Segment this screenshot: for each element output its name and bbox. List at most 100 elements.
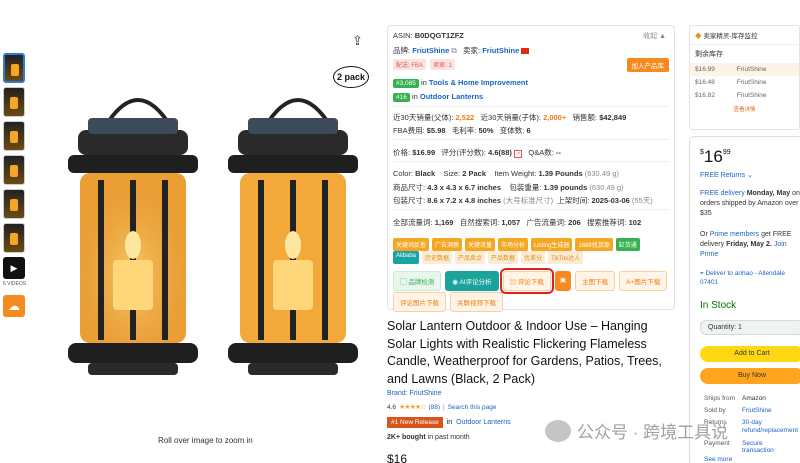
chip-listing-generator[interactable]: Listing生成器 (531, 238, 573, 251)
sales-parent-label: 近30天销量(父体): (393, 113, 454, 122)
add-product-button[interactable]: 加入产品库 (626, 58, 669, 72)
chip-pros-cons[interactable]: 优差分 (521, 251, 546, 264)
ai-review-button[interactable]: ◉ AI评论分析 (445, 271, 499, 291)
thumbnail-4[interactable] (3, 155, 25, 185)
chip-selling-points[interactable]: 产品卖点 (455, 251, 486, 264)
review-image-download-button[interactable]: 评论图片下载 (393, 292, 446, 312)
buy-box: $1699 FREE Returns ⌄ FREE delivery Monda… (689, 136, 800, 463)
rank-row-1: #3,085 in Tools & Home Improvement (393, 78, 528, 88)
action-buttons-row-2: 评论图片下载 关联视频下载 (393, 292, 503, 312)
thumbnail-1[interactable] (3, 53, 25, 83)
asin-row: ASIN: B0DQGT1ZFZ (393, 31, 464, 40)
collapse-button[interactable]: 收起 ▲ (643, 31, 666, 41)
tool-chips-row-1: 关键词反查 广告洞察 关键流量 市场分析 Listing生成器 1688找货源 … (393, 238, 640, 251)
search-page-link[interactable]: Search this page (448, 404, 497, 411)
thumbnail-6[interactable] (3, 223, 25, 253)
delivery-info: FREE delivery Monday, May on orders ship… (700, 189, 800, 219)
revenue-value: $42,849 (599, 113, 627, 122)
brand-link[interactable]: FriutShine (412, 46, 449, 55)
new-release-category-link[interactable]: Outdoor Lanterns (456, 419, 510, 426)
search-all-value: 1,169 (434, 218, 454, 227)
related-video-download-button[interactable]: 关联视频下载 (450, 292, 503, 312)
sold-by-link[interactable]: FriutShine (742, 407, 772, 414)
asin-value[interactable]: B0DQGT1ZFZ (415, 31, 464, 40)
divider (393, 209, 669, 210)
thumbnail-3[interactable] (3, 121, 25, 151)
share-icon[interactable]: ⇪ (352, 33, 363, 49)
pkg-dims-note: (大号标准尺寸) (503, 196, 554, 205)
image-icon-button[interactable]: ▣ (554, 271, 572, 291)
inventory-monitor-panel: ◆ 卖家精灵-库存监控 剩余库存 $16.99 FriutShine $16.4… (689, 25, 800, 130)
star-rating-icon[interactable]: ★★★★☆ (399, 403, 426, 411)
deliver-to-link[interactable]: ⌖ Deliver to anhao - Allendale 07401 (700, 269, 800, 287)
prime-date: Friday, May 2. (726, 241, 772, 248)
buy-now-button[interactable]: Buy Now (700, 368, 800, 384)
brand-check-button[interactable]: ▢ 品牌检测 (393, 271, 442, 291)
add-to-cart-button[interactable]: Add to Cart (700, 346, 800, 362)
inventory-seller: FriutShine (736, 66, 767, 73)
chip-key-traffic[interactable]: 关键流量 (465, 238, 496, 251)
chip-product-data[interactable]: 产品数据 (488, 251, 519, 264)
chip-tiktok[interactable]: TikTok达人 (548, 251, 584, 264)
thumbnail-2[interactable] (3, 87, 25, 117)
rank-category-link[interactable]: Tools & Home Improvement (429, 78, 528, 87)
copy-icon[interactable]: ⧉ (451, 46, 456, 55)
inventory-header: ◆ 卖家精灵-库存监控 (690, 26, 799, 45)
aplus-download-button[interactable]: A+图片下载 (619, 271, 668, 291)
chip-history[interactable]: 历史数据 (422, 251, 453, 264)
sales-row: 近30天销量(父体): 2,522 近30天销量(子体): 2,000+ 销售额… (393, 112, 626, 123)
inventory-seller: FriutShine (736, 92, 767, 99)
bought-count: 2K+ bought (387, 434, 426, 441)
chip-keyword-reverse[interactable]: 关键词反查 (393, 238, 430, 251)
margin-value: 50% (478, 126, 494, 135)
bought-past-month: 2K+ bought in past month (387, 434, 470, 441)
chip-ad-insight[interactable]: 广告洞察 (432, 238, 463, 251)
cn-flag-icon (521, 48, 530, 55)
quantity-select[interactable]: Quantity: 1 (700, 320, 800, 335)
inventory-price: $16.99 (695, 66, 715, 73)
size-label: Size: (443, 169, 461, 178)
sales-child-label: 近30天销量(子体): (480, 113, 541, 122)
thumbnail-5[interactable] (3, 189, 25, 219)
weight-value: 1.39 Pounds (538, 169, 583, 178)
fba-value: $5.98 (426, 126, 446, 135)
ships-from-row: Ships from Amazon (704, 395, 766, 402)
search-rec-label: 搜索推荐词: (586, 218, 627, 227)
launch-days: (55天) (631, 196, 653, 205)
nr-in: in (446, 419, 453, 426)
rating-label: 评分(评分数): (441, 148, 486, 157)
brand-store-link[interactable]: Brand: FriutShine (387, 390, 441, 397)
price-partial: $16 (387, 452, 408, 463)
watermark-text: 公众号 · 跨境工具说 (577, 423, 729, 442)
pkg-dims-label: 包装尺寸: (393, 196, 426, 205)
payment-link[interactable]: Secure transaction (742, 440, 774, 454)
chip-market-analysis[interactable]: 市场分析 (498, 238, 529, 251)
rank-category-link[interactable]: Outdoor Lanterns (420, 92, 483, 101)
prime-members-link[interactable]: Prime members (710, 231, 759, 238)
product-main-image[interactable] (38, 30, 378, 420)
rank-badge: #16 (393, 93, 410, 102)
ratings-count-link[interactable]: (88) (428, 404, 440, 411)
video-thumbnail[interactable]: ▶ (3, 257, 25, 279)
launch-label: 上架时间: (557, 196, 590, 205)
seller-label: 卖家: (463, 46, 481, 55)
chip-alibaba[interactable]: Alibaba (393, 251, 420, 264)
color-size-row: Color: Black Size: 2 Pack Item Weight: 1… (393, 169, 619, 178)
see-more-link[interactable]: See more (704, 456, 732, 463)
inventory-seller: FriutShine (736, 79, 767, 86)
returns-link[interactable]: 30-day refund/replacement (742, 419, 798, 435)
prime-prefix: Or (700, 231, 708, 238)
search-ad-label: 广告流量词: (526, 218, 567, 227)
upload-button[interactable]: ☁ (3, 295, 25, 317)
ships-from-value: Amazon (742, 395, 766, 402)
seller-link[interactable]: FriutShine (482, 46, 519, 55)
free-returns-link[interactable]: FREE Returns ⌄ (700, 171, 753, 179)
free-delivery-link[interactable]: FREE delivery (700, 190, 745, 197)
chip-ganghuotong[interactable]: 缸货通 (615, 238, 640, 251)
review-download-button[interactable]: ▤ 评论下载 (499, 268, 554, 294)
chip-1688-source[interactable]: 1688找货源 (575, 238, 613, 251)
inventory-detail-link[interactable]: 查看详情 (690, 105, 799, 113)
pkg-dims-value: 8.6 x 7.2 x 4.8 inches (427, 196, 501, 205)
chart-icon[interactable]: ↗ (513, 150, 523, 158)
main-image-download-button[interactable]: 主图下载 (575, 271, 616, 291)
